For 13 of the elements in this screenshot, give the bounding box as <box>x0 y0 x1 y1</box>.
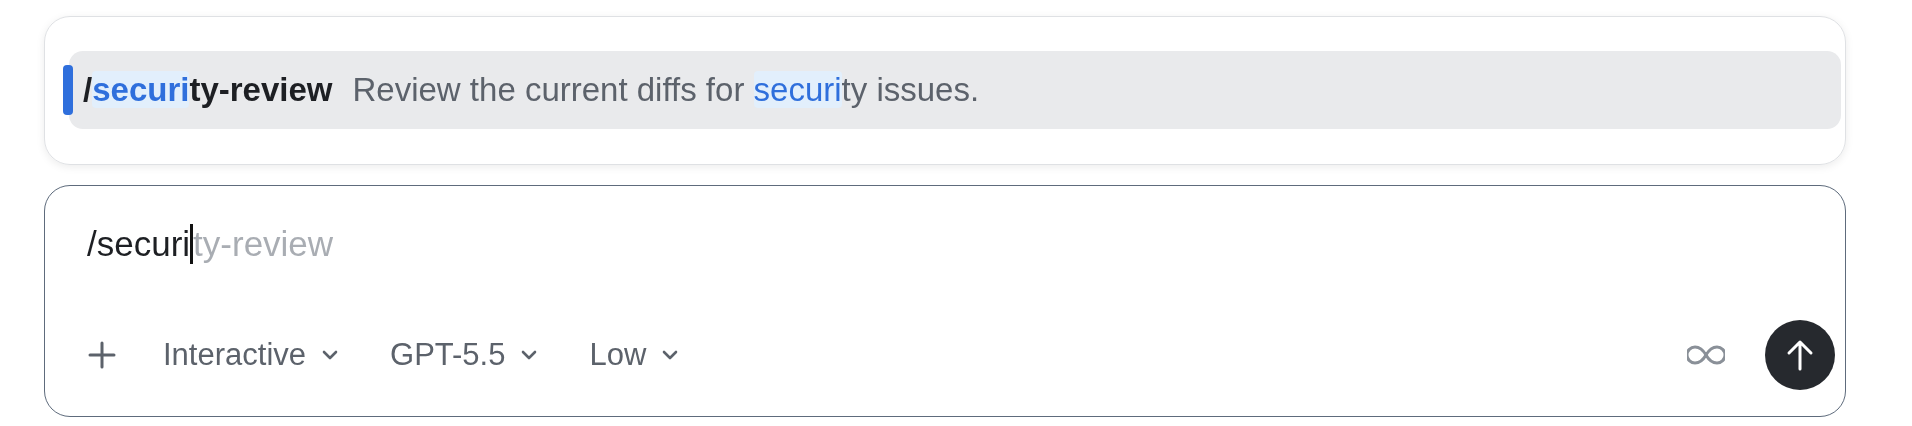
dropdown-button[interactable]: Interactive <box>163 331 338 379</box>
infinity-icon <box>1687 344 1725 366</box>
command-name: /security-review <box>83 70 333 111</box>
add-button[interactable] <box>87 340 117 370</box>
dropdown-button[interactable]: Low <box>589 331 679 379</box>
input-field[interactable]: /security-review <box>87 224 334 264</box>
suggestion-item[interactable]: /security-review Review the current diffs for security issues. <box>69 51 1841 129</box>
dropdown-button[interactable]: GPT-5.5 <box>390 331 538 379</box>
chevron-down-icon <box>521 350 538 360</box>
arrow-up-icon <box>1785 338 1815 372</box>
chevron-down-icon <box>662 350 679 360</box>
chevron-down-icon <box>322 350 338 360</box>
command-description: Review the current diffs for security issues. <box>352 70 980 111</box>
